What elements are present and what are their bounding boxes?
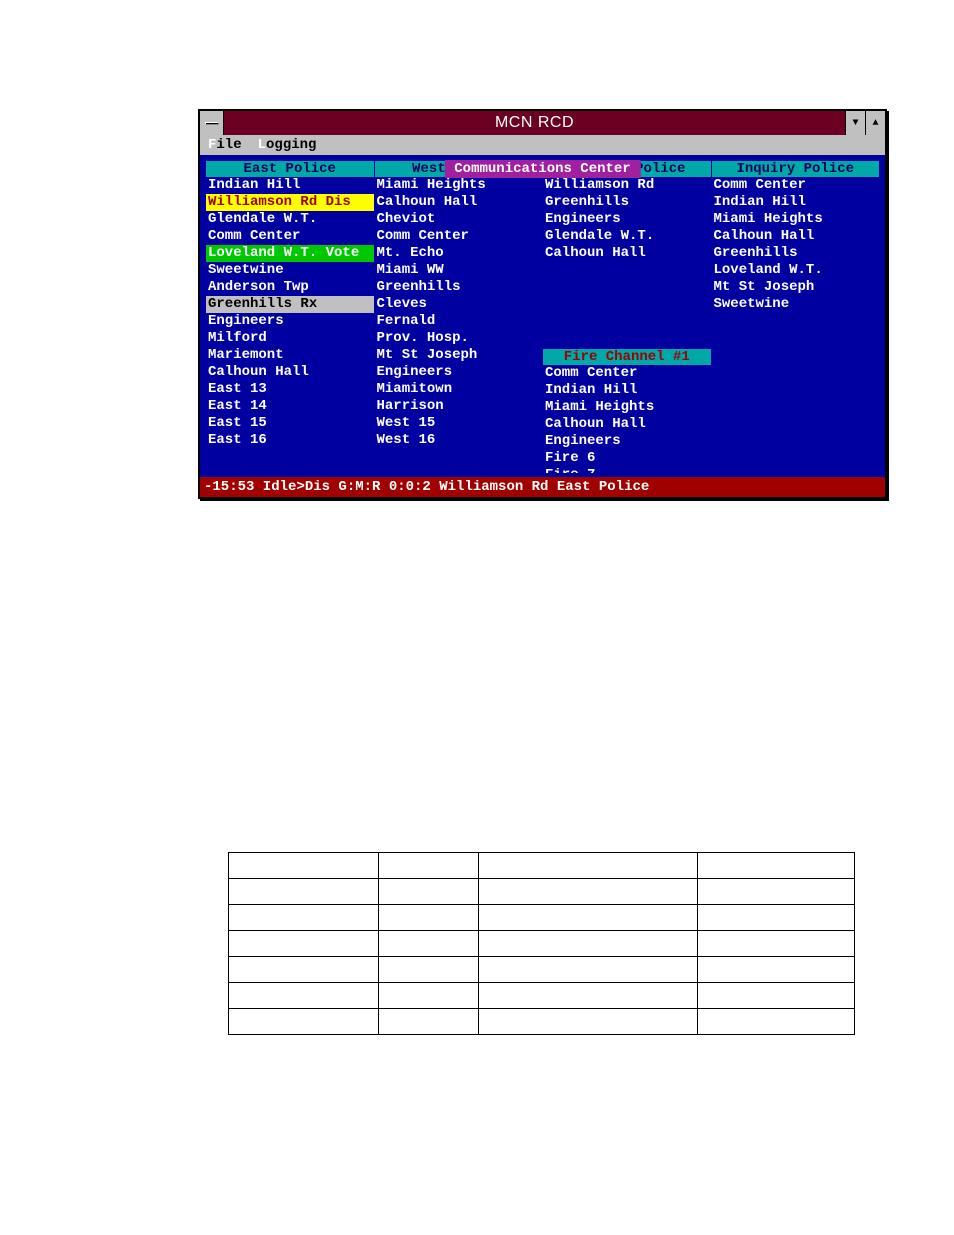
- fire-item[interactable]: Fire 7: [543, 467, 711, 477]
- fire-item[interactable]: Miami Heights: [543, 399, 711, 416]
- system-menu-icon[interactable]: [200, 111, 224, 135]
- west-item[interactable]: West 15: [375, 415, 543, 432]
- fire-item[interactable]: Indian Hill: [543, 382, 711, 399]
- west-item[interactable]: Mt St Joseph: [375, 347, 543, 364]
- subheader-fire-channel: Fire Channel #1: [543, 349, 711, 365]
- app-window: MCN RCD ▼ ▲ File Logging Communications …: [198, 109, 887, 499]
- west-item[interactable]: Prov. Hosp.: [375, 330, 543, 347]
- column-east-police: East Police Indian HillWilliamson Rd Dis…: [206, 161, 374, 473]
- west-item[interactable]: Cheviot: [375, 211, 543, 228]
- fire-item[interactable]: Fire 6: [543, 450, 711, 467]
- west-item[interactable]: Calhoun Hall: [375, 194, 543, 211]
- fire-item[interactable]: Comm Center: [543, 365, 711, 382]
- central-item[interactable]: Glendale W.T.: [543, 228, 711, 245]
- west-item[interactable]: Engineers: [375, 364, 543, 381]
- east-item[interactable]: Engineers: [206, 313, 374, 330]
- east-item[interactable]: Greenhills Rx: [206, 296, 374, 313]
- menu-logging[interactable]: Logging: [250, 137, 325, 153]
- east-item[interactable]: Glendale W.T.: [206, 211, 374, 228]
- window-title: MCN RCD: [224, 114, 845, 132]
- title-bar[interactable]: MCN RCD ▼ ▲: [200, 111, 885, 135]
- east-item[interactable]: East 13: [206, 381, 374, 398]
- west-item[interactable]: Cleves: [375, 296, 543, 313]
- west-item[interactable]: Miamitown: [375, 381, 543, 398]
- central-item[interactable]: Williamson Rd: [543, 177, 711, 194]
- east-item[interactable]: Comm Center: [206, 228, 374, 245]
- empty-grid-table: [228, 852, 855, 1035]
- east-item[interactable]: Williamson Rd Dis: [206, 194, 374, 211]
- fire-item[interactable]: Engineers: [543, 433, 711, 450]
- inquiry-item[interactable]: Sweetwine: [712, 296, 880, 313]
- west-item[interactable]: Miami Heights: [375, 177, 543, 194]
- west-item[interactable]: Comm Center: [375, 228, 543, 245]
- inquiry-item[interactable]: Indian Hill: [712, 194, 880, 211]
- east-item[interactable]: Sweetwine: [206, 262, 374, 279]
- column-header-inquiry: Inquiry Police: [712, 161, 880, 177]
- fire-item[interactable]: Calhoun Hall: [543, 416, 711, 433]
- west-item[interactable]: Miami WW: [375, 262, 543, 279]
- column-inquiry-police: Inquiry Police Comm CenterIndian HillMia…: [711, 161, 880, 473]
- east-item[interactable]: Indian Hill: [206, 177, 374, 194]
- maximize-button[interactable]: ▲: [865, 111, 885, 135]
- minimize-button[interactable]: ▼: [845, 111, 865, 135]
- central-item[interactable]: Engineers: [543, 211, 711, 228]
- menu-bar: File Logging Communications Center: [200, 135, 885, 155]
- inquiry-item[interactable]: Mt St Joseph: [712, 279, 880, 296]
- inquiry-item[interactable]: Miami Heights: [712, 211, 880, 228]
- client-area: East Police Indian HillWilliamson Rd Dis…: [200, 155, 885, 477]
- east-item[interactable]: East 15: [206, 415, 374, 432]
- column-header-east: East Police: [206, 161, 374, 177]
- east-item[interactable]: East 14: [206, 398, 374, 415]
- menu-file[interactable]: File: [200, 137, 250, 153]
- screen-title: Communications Center: [444, 160, 640, 178]
- inquiry-item[interactable]: Calhoun Hall: [712, 228, 880, 245]
- west-item[interactable]: Harrison: [375, 398, 543, 415]
- inquiry-item[interactable]: Greenhills: [712, 245, 880, 262]
- east-item[interactable]: Milford: [206, 330, 374, 347]
- central-item[interactable]: Calhoun Hall: [543, 245, 711, 262]
- east-item[interactable]: Anderson Twp: [206, 279, 374, 296]
- west-item[interactable]: Fernald: [375, 313, 543, 330]
- central-item[interactable]: Greenhills: [543, 194, 711, 211]
- west-item[interactable]: West 16: [375, 432, 543, 449]
- east-item[interactable]: Loveland W.T. Vote: [206, 245, 374, 262]
- east-item[interactable]: Mariemont: [206, 347, 374, 364]
- east-item[interactable]: Calhoun Hall: [206, 364, 374, 381]
- status-bar: -15:53 Idle>Dis G:M:R 0:0:2 Williamson R…: [200, 477, 885, 497]
- column-central-police: Central Police Williamson RdGreenhillsEn…: [542, 161, 711, 473]
- inquiry-item[interactable]: Loveland W.T.: [712, 262, 880, 279]
- column-west-police: West Police Miami HeightsCalhoun HallChe…: [374, 161, 543, 473]
- east-item[interactable]: East 16: [206, 432, 374, 449]
- west-item[interactable]: Mt. Echo: [375, 245, 543, 262]
- inquiry-item[interactable]: Comm Center: [712, 177, 880, 194]
- west-item[interactable]: Greenhills: [375, 279, 543, 296]
